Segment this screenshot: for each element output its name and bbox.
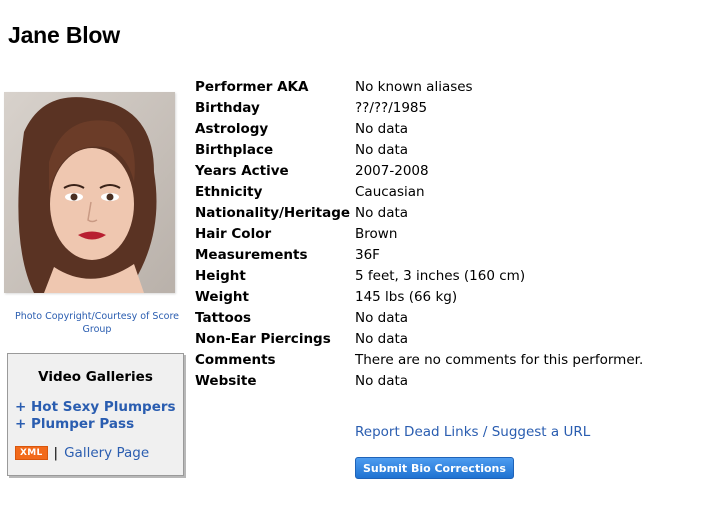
report-dead-links-link[interactable]: Report Dead Links / Suggest a URL [355, 424, 590, 440]
bio-value: 5 feet, 3 inches (160 cm) [355, 268, 526, 284]
bio-label: Ethnicity [195, 184, 263, 200]
gallery-link-hot-sexy-plumpers[interactable]: + Hot Sexy Plumpers [15, 399, 176, 415]
bio-label: Years Active [195, 163, 289, 179]
performer-photo [4, 92, 175, 293]
bio-label: Tattoos [195, 310, 252, 326]
separator: | [53, 445, 59, 461]
bio-value: There are no comments for this performer… [355, 352, 644, 368]
bio-value: Brown [355, 226, 398, 242]
gallery-page-link[interactable]: Gallery Page [64, 445, 149, 461]
page-title: Jane Blow [8, 22, 120, 48]
bio-value: No data [355, 373, 409, 389]
bio-label: Measurements [195, 247, 308, 263]
bio-value: Caucasian [355, 184, 425, 200]
xml-feed-badge[interactable]: XML [15, 446, 48, 460]
bio-label: Non-Ear Piercings [195, 331, 331, 347]
bio-label: Birthplace [195, 142, 274, 158]
bio-value: No data [355, 310, 409, 326]
bio-value: No data [355, 205, 409, 221]
bio-value: No data [355, 121, 409, 137]
bio-label: Nationality/Heritage [195, 205, 351, 221]
bio-label: Hair Color [195, 226, 272, 242]
bio-value: 2007-2008 [355, 163, 429, 179]
bio-value: No data [355, 331, 409, 347]
bio-value: No data [355, 142, 409, 158]
bio-value: ??/??/1985 [355, 100, 428, 116]
submit-bio-corrections-button[interactable]: Submit Bio Corrections [355, 457, 514, 479]
bio-label: Astrology [195, 121, 269, 137]
bio-value: 36F [355, 247, 380, 263]
bio-label: Website [195, 373, 257, 389]
feed-row: XML | Gallery Page [15, 445, 149, 461]
bio-label: Height [195, 268, 246, 284]
bio-value: 145 lbs (66 kg) [355, 289, 458, 305]
bio-label: Comments [195, 352, 276, 368]
bio-label: Weight [195, 289, 249, 305]
photo-credit: Photo Copyright/Courtesy of Score Group [14, 311, 180, 335]
video-galleries-box: Video Galleries + Hot Sexy Plumpers + Pl… [7, 353, 184, 476]
bio-value: No known aliases [355, 79, 473, 95]
bio-label: Birthday [195, 100, 260, 116]
gallery-link-plumper-pass[interactable]: + Plumper Pass [15, 416, 134, 432]
video-galleries-title: Video Galleries [38, 369, 153, 385]
bio-label: Performer AKA [195, 79, 309, 95]
